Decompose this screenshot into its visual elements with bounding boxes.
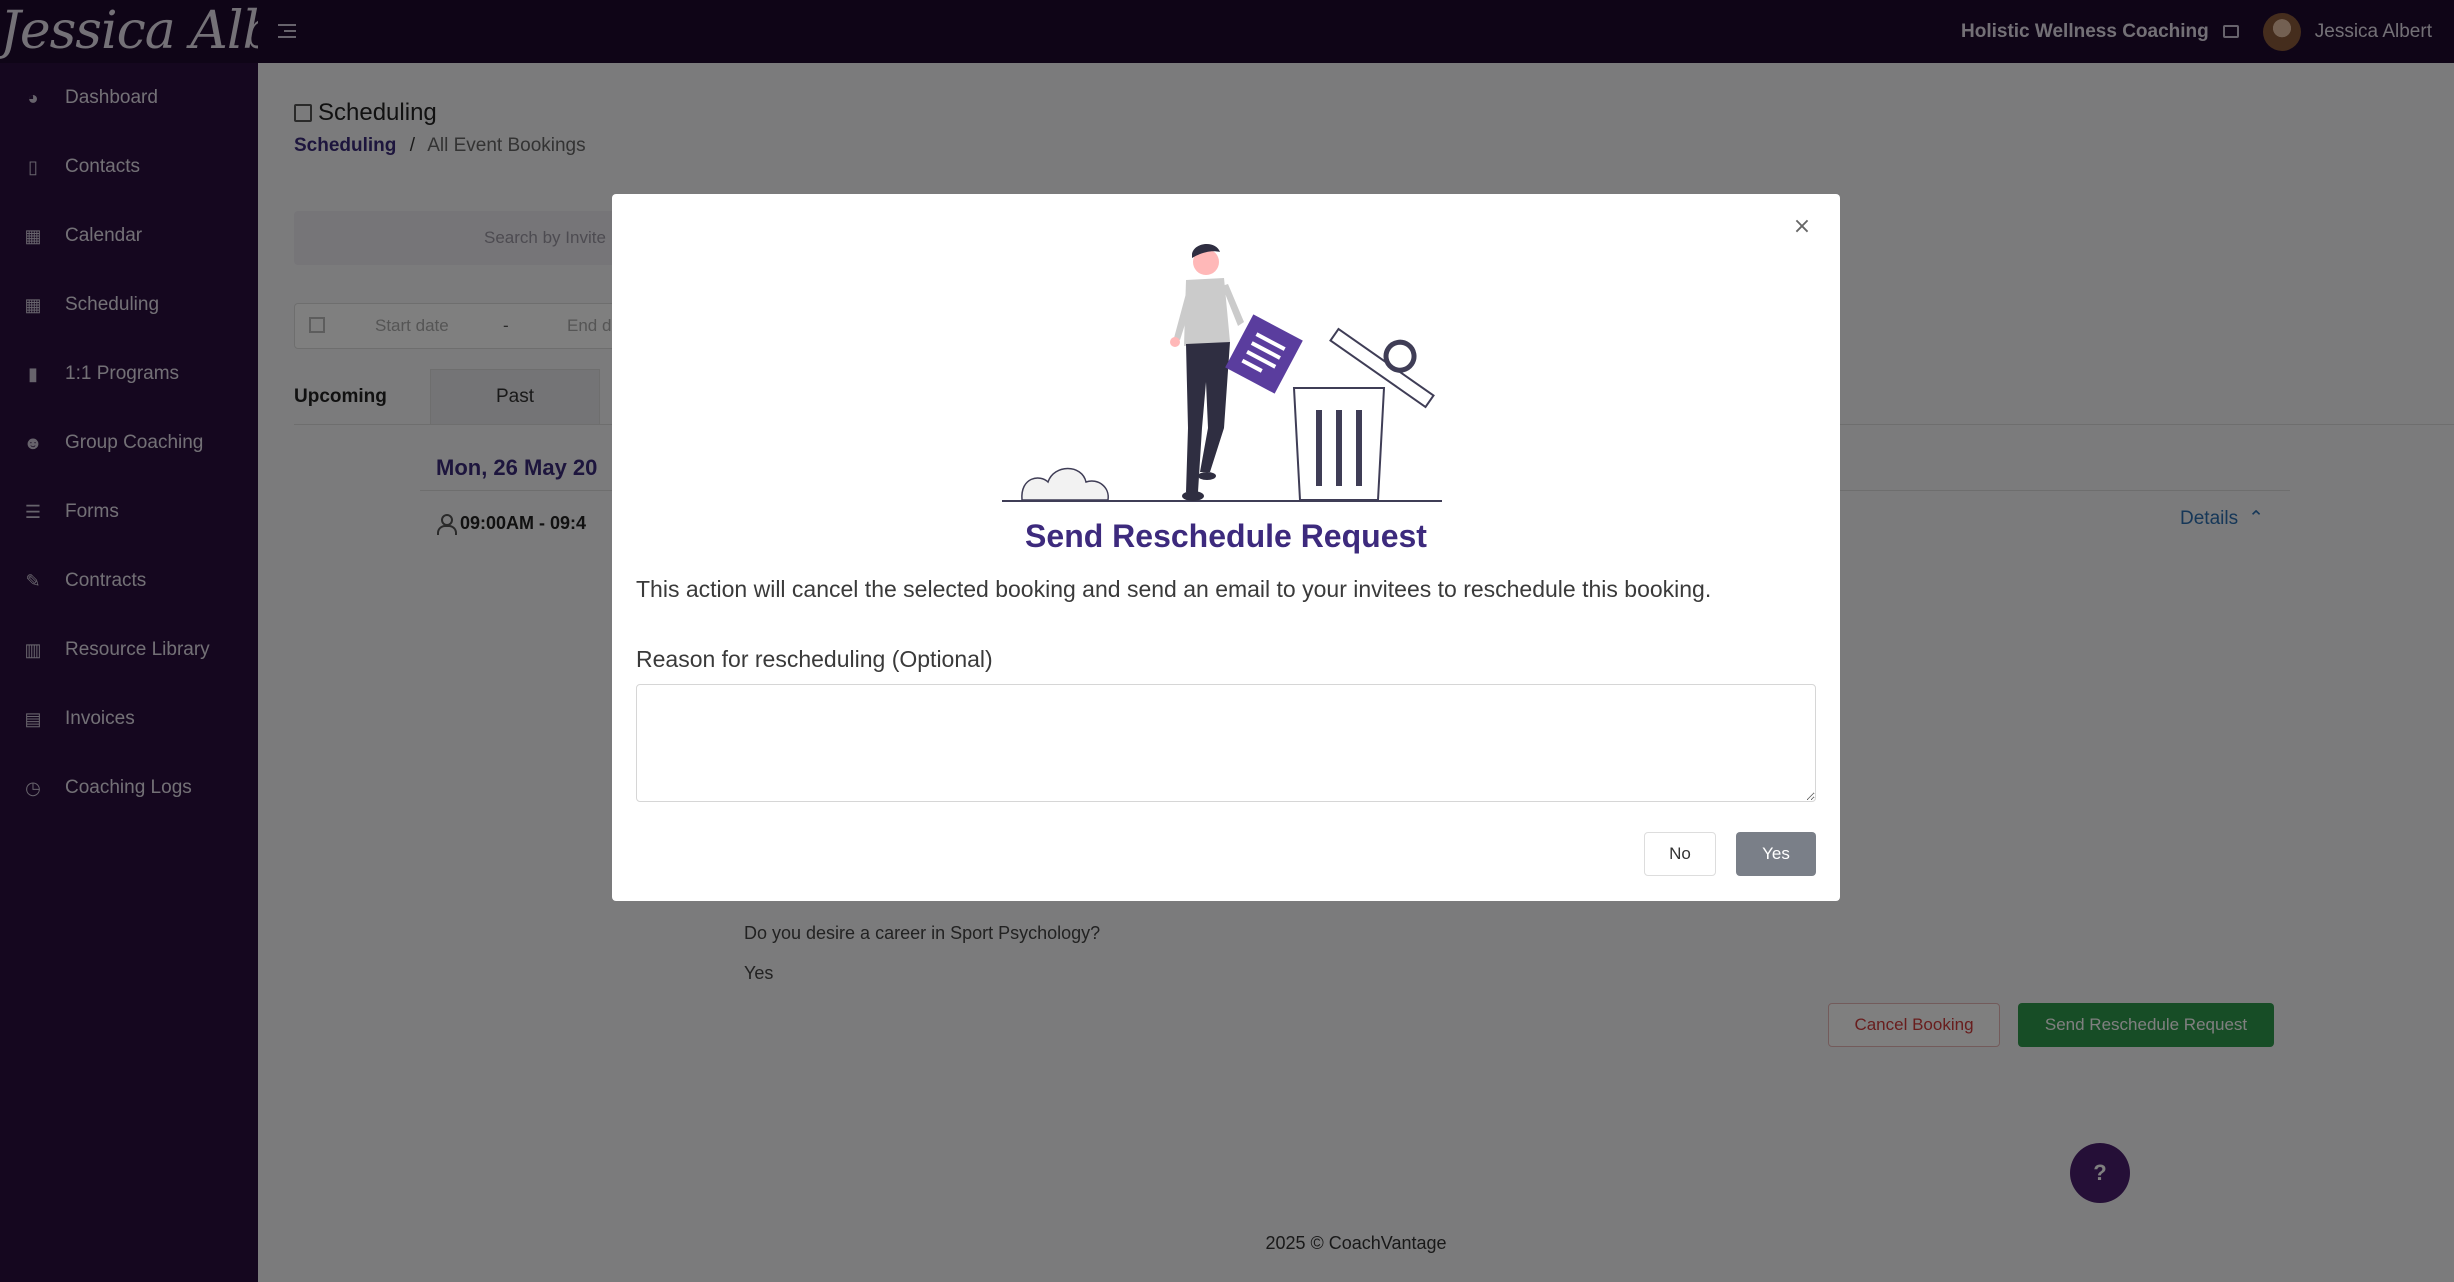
reason-textarea[interactable]: [636, 684, 1816, 802]
yes-button[interactable]: Yes: [1736, 832, 1816, 876]
trash-illustration: [1002, 243, 1442, 502]
reschedule-modal: × Send Reschedule Request This action wi…: [612, 194, 1840, 901]
reason-label: Reason for rescheduling (Optional): [636, 646, 993, 672]
modal-title: Send Reschedule Request: [1025, 518, 1427, 554]
close-icon[interactable]: ×: [1790, 214, 1814, 239]
modal-description: This action will cancel the selected boo…: [636, 576, 1712, 602]
no-button[interactable]: No: [1644, 832, 1716, 876]
